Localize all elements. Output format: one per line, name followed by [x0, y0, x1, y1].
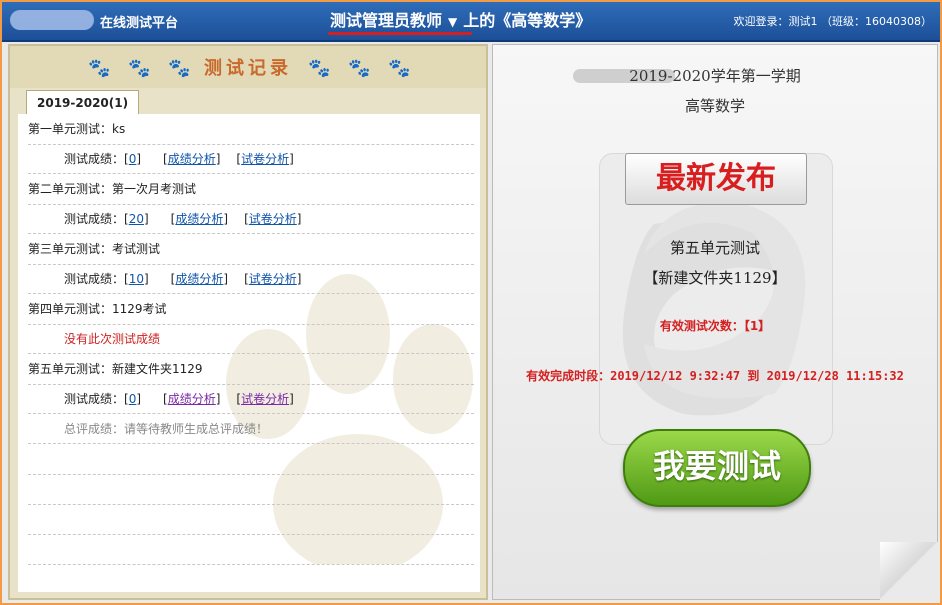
unit-name: 第五单元测试	[669, 239, 760, 257]
page-curl	[880, 542, 938, 600]
overall-score-text: 总评成绩：请等待教师生成总评成绩！	[64, 422, 269, 436]
valid-period: 有效完成时段：2019/12/12 9:32:47 到 2019/12/28 1…	[526, 369, 904, 383]
score-link[interactable]: 20	[129, 212, 144, 226]
highlight-underline	[328, 32, 472, 35]
empty-row	[28, 534, 474, 565]
score-link[interactable]: 10	[129, 272, 144, 286]
list-item: 第四单元测试：1129考试	[28, 294, 474, 325]
paper-analysis-link[interactable]: 试卷分析	[249, 212, 297, 226]
panel-header: 🐾 🐾 🐾 🐾 🐾 🐾 测试记录	[10, 46, 486, 88]
grade-analysis-link[interactable]: 成绩分析	[175, 272, 223, 286]
list-item: 第一单元测试：ks	[28, 114, 474, 145]
empty-row	[28, 564, 474, 592]
score-link[interactable]: 0	[129, 152, 137, 166]
logo	[10, 10, 94, 30]
welcome-text: 欢迎登录：测试1 （班级：16040308）	[733, 15, 932, 28]
panel-title: 测试记录	[204, 58, 292, 79]
platform-name: 在线测试平台	[100, 16, 179, 31]
no-score-text: 没有此次测试成绩	[64, 332, 161, 346]
course-name: 高等数学	[684, 97, 745, 115]
paper-analysis-link[interactable]: 试卷分析	[241, 392, 289, 406]
tab-strip: 2019-2020(1)	[18, 90, 480, 115]
unit-title: 第一单元测试：ks	[28, 122, 126, 136]
valid-count: 有效测试次数：【1】	[659, 319, 771, 333]
record-list: 第一单元测试：ks 测试成绩：[0] [成绩分析] [试卷分析] 第二单元测试：第一…	[18, 114, 480, 592]
paper-analysis-link[interactable]: 试卷分析	[249, 272, 297, 286]
grade-analysis-link[interactable]: 成绩分析	[168, 152, 216, 166]
score-label: 测试成绩：	[64, 272, 125, 286]
start-test-button[interactable]: 我要测试	[623, 429, 811, 507]
score-link[interactable]: 0	[129, 392, 137, 406]
score-label: 测试成绩：	[64, 212, 125, 226]
chevron-down-icon[interactable]: ▼	[448, 15, 457, 29]
list-item: 总评成绩：请等待教师生成总评成绩！	[28, 414, 474, 444]
unit-title: 第三单元测试：考试测试	[28, 242, 161, 256]
list-item: 第三单元测试：考试测试	[28, 234, 474, 265]
unit-title: 第五单元测试：新建文件夹1129	[28, 362, 203, 376]
tab-semester[interactable]: 2019-2020(1)	[26, 90, 140, 114]
list-item: 测试成绩：[0] [成绩分析] [试卷分析]	[28, 144, 474, 174]
course-selector[interactable]: 测试管理员教师 ▼ 上的《高等数学》	[330, 7, 591, 31]
unit-title: 第二单元测试：第一次月考测试	[28, 182, 197, 196]
course-title: 上的《高等数学》	[463, 11, 592, 30]
role-label[interactable]: 测试管理员教师	[330, 11, 442, 30]
score-label: 测试成绩：	[64, 392, 125, 406]
empty-row	[28, 474, 474, 505]
list-item: 测试成绩：[10] [成绩分析] [试卷分析]	[28, 264, 474, 294]
watermark-logo-icon	[622, 202, 806, 416]
list-item: 测试成绩：[20] [成绩分析] [试卷分析]	[28, 204, 474, 234]
list-item: 没有此次测试成绩	[28, 324, 474, 354]
score-label: 测试成绩：	[64, 152, 125, 166]
newest-release-badge: 最新发布	[625, 153, 807, 205]
grade-analysis-link[interactable]: 成绩分析	[175, 212, 223, 226]
grade-analysis-link[interactable]: 成绩分析	[168, 392, 216, 406]
empty-row	[28, 444, 474, 475]
paper-analysis-link[interactable]: 试卷分析	[241, 152, 289, 166]
top-bar: 在线测试平台 测试管理员教师 ▼ 上的《高等数学》 欢迎登录：测试1 （班级：160…	[2, 2, 940, 42]
list-item: 第二单元测试：第一次月考测试	[28, 174, 474, 205]
unit-title: 第四单元测试：1129考试	[28, 302, 167, 316]
latest-test-panel: 2019-2020学年第一学期 高等数学 最新发布 第五单元测试 【新建文件夹1…	[492, 44, 938, 600]
folder-name: 【新建文件夹1129】	[643, 269, 787, 287]
list-item: 第五单元测试：新建文件夹1129	[28, 354, 474, 385]
empty-row	[28, 504, 474, 535]
app-frame: 在线测试平台 测试管理员教师 ▼ 上的《高等数学》 欢迎登录：测试1 （班级：160…	[2, 2, 940, 603]
term-title: 2019-2020学年第一学期	[629, 67, 801, 85]
test-record-panel: 🐾 🐾 🐾 🐾 🐾 🐾 测试记录 2019-2020(1) 第一单元测试：ks …	[8, 44, 488, 600]
list-item: 测试成绩：[0] [成绩分析] [试卷分析]	[28, 384, 474, 414]
